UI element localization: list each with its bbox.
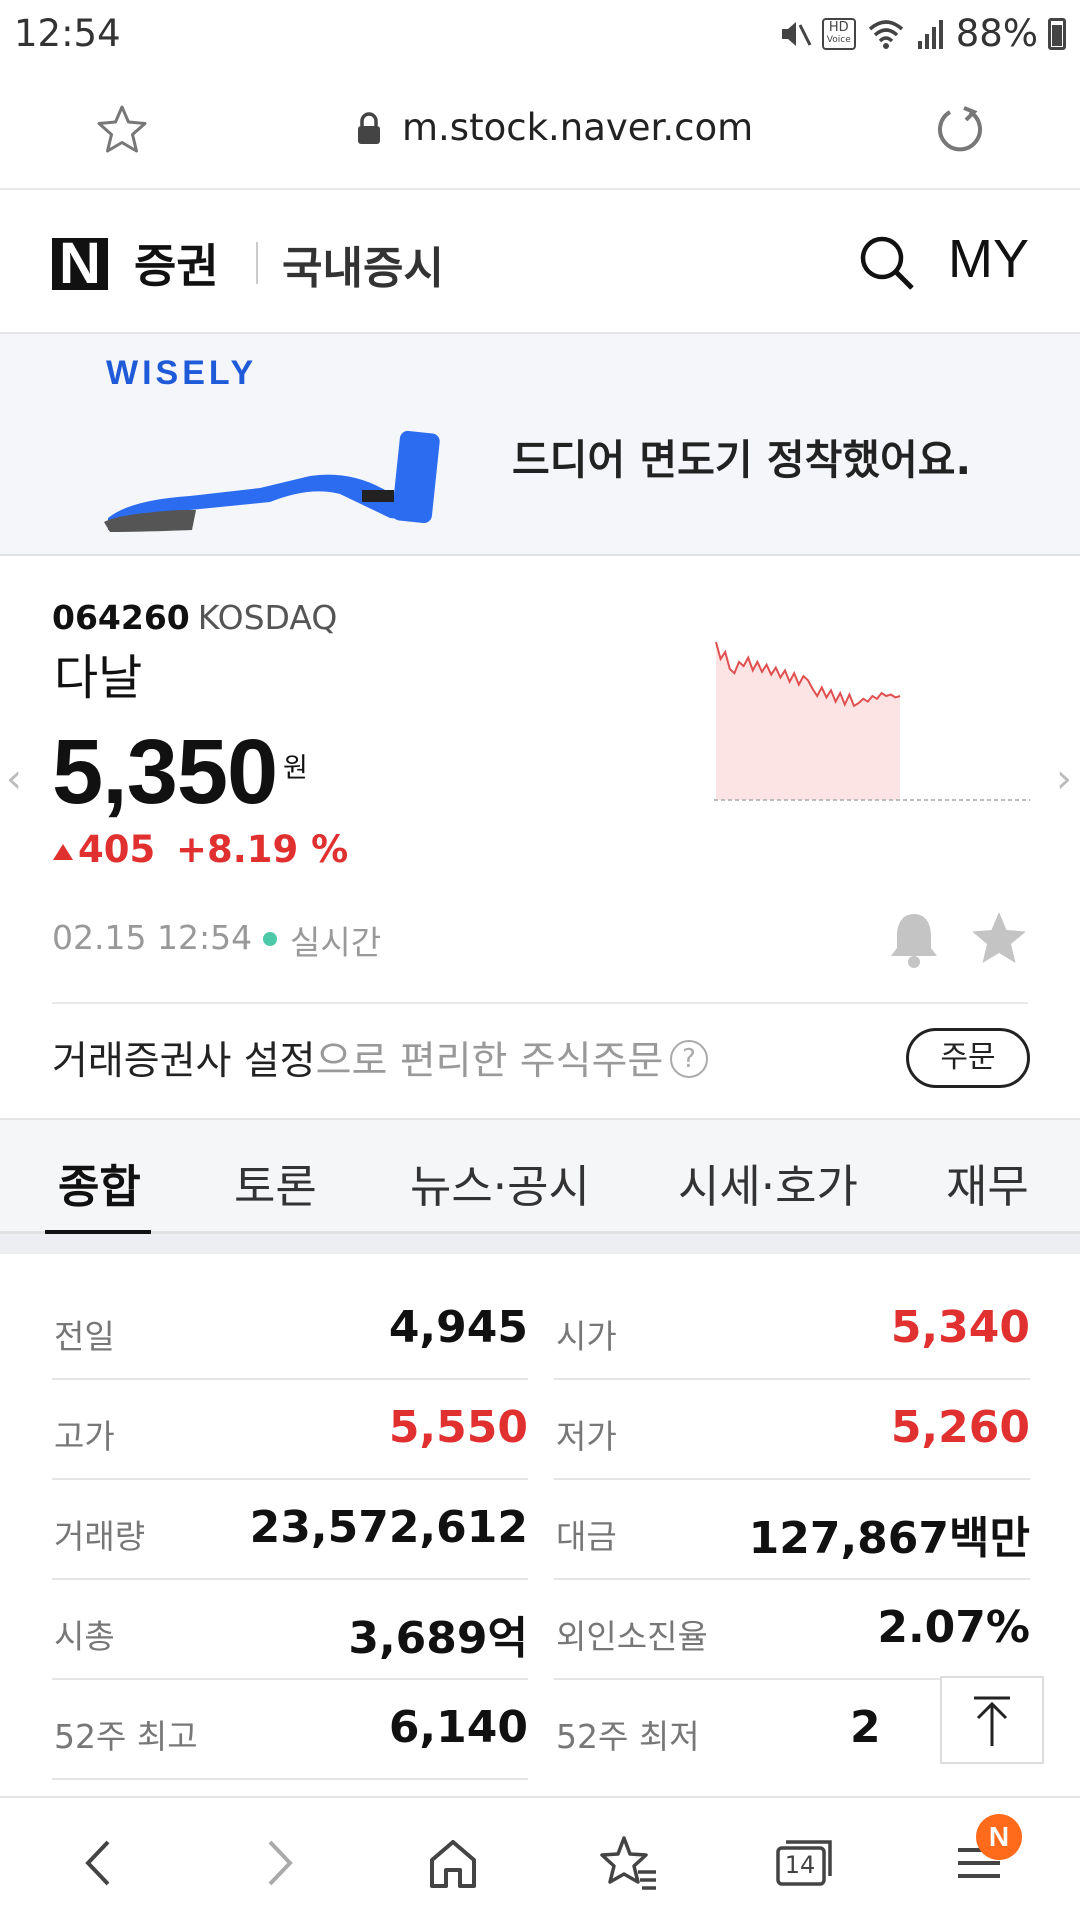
row-divider <box>52 1478 528 1480</box>
broker-rest: 으로 편리한 주식주문 <box>315 1039 664 1084</box>
help-icon[interactable]: ? <box>670 1040 708 1078</box>
bookmarks-icon[interactable] <box>594 1828 664 1898</box>
stat-label: 시총 <box>54 1617 115 1656</box>
timestamp: 02.15 12:54 <box>52 918 253 957</box>
tab-overview[interactable]: 종합 <box>58 1150 141 1215</box>
stat-value: 5,260 <box>890 1402 1030 1453</box>
ad-banner[interactable]: WISELY 드디어 면도기 정착했어요. <box>0 334 1080 556</box>
battery-icon <box>1048 17 1066 50</box>
realtime-label: 실시간 <box>290 923 382 962</box>
tab-quotes[interactable]: 시세·호가 <box>678 1150 858 1215</box>
stock-tabs: 종합 토론 뉴스·공시 시세·호가 재무 <box>0 1118 1080 1236</box>
stat-value: 127,867백만 <box>748 1513 1030 1564</box>
favorite-star-icon[interactable] <box>968 908 1030 970</box>
stat-value: 5,550 <box>388 1402 528 1453</box>
header-divider <box>256 242 258 284</box>
row-divider <box>52 1578 528 1580</box>
stat-value: 5,340 <box>890 1302 1030 1353</box>
row-divider <box>52 1778 528 1780</box>
next-stock-arrow[interactable]: › <box>1056 756 1072 802</box>
stat-label: 52주 최고 <box>54 1717 198 1756</box>
status-bar: 12:54 HD Voice 88% <box>0 0 1080 70</box>
broker-setting-link[interactable]: 거래증권사 설정으로 편리한 주식주문 <box>52 1030 663 1086</box>
tab-financials[interactable]: 재무 <box>946 1150 1029 1215</box>
banner-text: 드디어 면도기 정착했어요. <box>512 436 972 484</box>
row-divider <box>554 1378 1030 1380</box>
stat-label: 거래량 <box>54 1517 146 1556</box>
reload-icon[interactable] <box>934 104 986 156</box>
bookmark-star-icon[interactable] <box>94 102 150 158</box>
url-text[interactable]: m.stock.naver.com <box>402 106 753 149</box>
razor-image <box>104 430 440 532</box>
price-unit: 원 <box>283 753 308 784</box>
stat-label: 52주 최저 <box>556 1717 700 1756</box>
stat-value: 6,140 <box>388 1702 528 1753</box>
battery-percent: 88% <box>955 12 1038 55</box>
naver-logo[interactable]: N <box>52 235 108 293</box>
tab-count: 14 <box>784 1851 816 1879</box>
signal-icon <box>917 19 943 49</box>
stat-label: 외인소진율 <box>556 1617 708 1656</box>
section-gap <box>0 1234 1080 1254</box>
section-title[interactable]: 증권 <box>134 230 219 296</box>
realtime-dot <box>263 932 277 946</box>
stat-value: 4,945 <box>388 1302 528 1353</box>
my-link[interactable]: MY <box>948 228 1029 290</box>
row-divider <box>52 1678 528 1680</box>
stat-label: 전일 <box>54 1317 115 1356</box>
stat-label: 고가 <box>54 1417 115 1456</box>
stat-value: 23,572,612 <box>249 1502 528 1553</box>
stat-label: 저가 <box>556 1417 617 1456</box>
search-icon[interactable] <box>858 234 916 292</box>
change-amount: 405 <box>78 828 156 871</box>
mute-icon <box>781 21 812 46</box>
wifi-icon <box>868 19 903 49</box>
stat-label: 대금 <box>556 1517 617 1556</box>
tabs-button[interactable]: 14 <box>772 1828 842 1898</box>
bell-icon[interactable] <box>886 908 942 972</box>
price-change: 405 <box>52 828 155 871</box>
stock-name: 다날 <box>54 650 143 706</box>
broker-highlight: 거래증권사 설정 <box>52 1039 316 1084</box>
current-price: 5,350 <box>52 721 278 823</box>
prev-stock-arrow[interactable]: ‹ <box>6 756 22 802</box>
lock-icon <box>358 112 380 144</box>
status-time: 12:54 <box>14 12 121 55</box>
subsection-link[interactable]: 국내증시 <box>282 232 444 296</box>
browser-bottom-nav: 14 <box>0 1796 1080 1920</box>
divider <box>52 1002 1028 1004</box>
arrow-up-icon <box>974 1696 1010 1746</box>
browser-url-bar: m.stock.naver.com <box>0 70 1080 190</box>
hd-voice-icon: HD Voice <box>821 17 856 50</box>
change-rate: +8.19 % <box>176 828 349 871</box>
tab-discussion[interactable]: 토론 <box>234 1150 317 1215</box>
up-triangle-icon <box>53 844 73 860</box>
stat-value: 2 <box>850 1702 881 1753</box>
scroll-to-top-button[interactable] <box>940 1676 1044 1764</box>
status-icons: HD Voice 88% <box>778 12 1066 55</box>
stat-value: 3,689억 <box>348 1613 528 1664</box>
stat-value: 2.07% <box>877 1602 1030 1653</box>
stock-code: 064260 <box>52 598 190 637</box>
order-button[interactable]: 주문 <box>906 1028 1030 1088</box>
row-divider <box>554 1578 1030 1580</box>
notification-badge: N <box>976 1814 1022 1860</box>
stock-code-line: 064260 KOSDAQ <box>52 598 337 637</box>
stock-market: KOSDAQ <box>197 598 338 637</box>
row-divider <box>554 1478 1030 1480</box>
banner-brand: WISELY <box>106 354 258 392</box>
site-header: N 증권 국내증시 MY <box>0 190 1080 334</box>
row-divider <box>52 1378 528 1380</box>
stat-label: 시가 <box>556 1317 617 1356</box>
back-icon[interactable] <box>64 1828 134 1898</box>
tab-news[interactable]: 뉴스·공시 <box>410 1150 590 1215</box>
intraday-chart[interactable] <box>712 628 1032 808</box>
forward-icon[interactable] <box>244 1828 314 1898</box>
home-icon[interactable] <box>418 1828 488 1898</box>
